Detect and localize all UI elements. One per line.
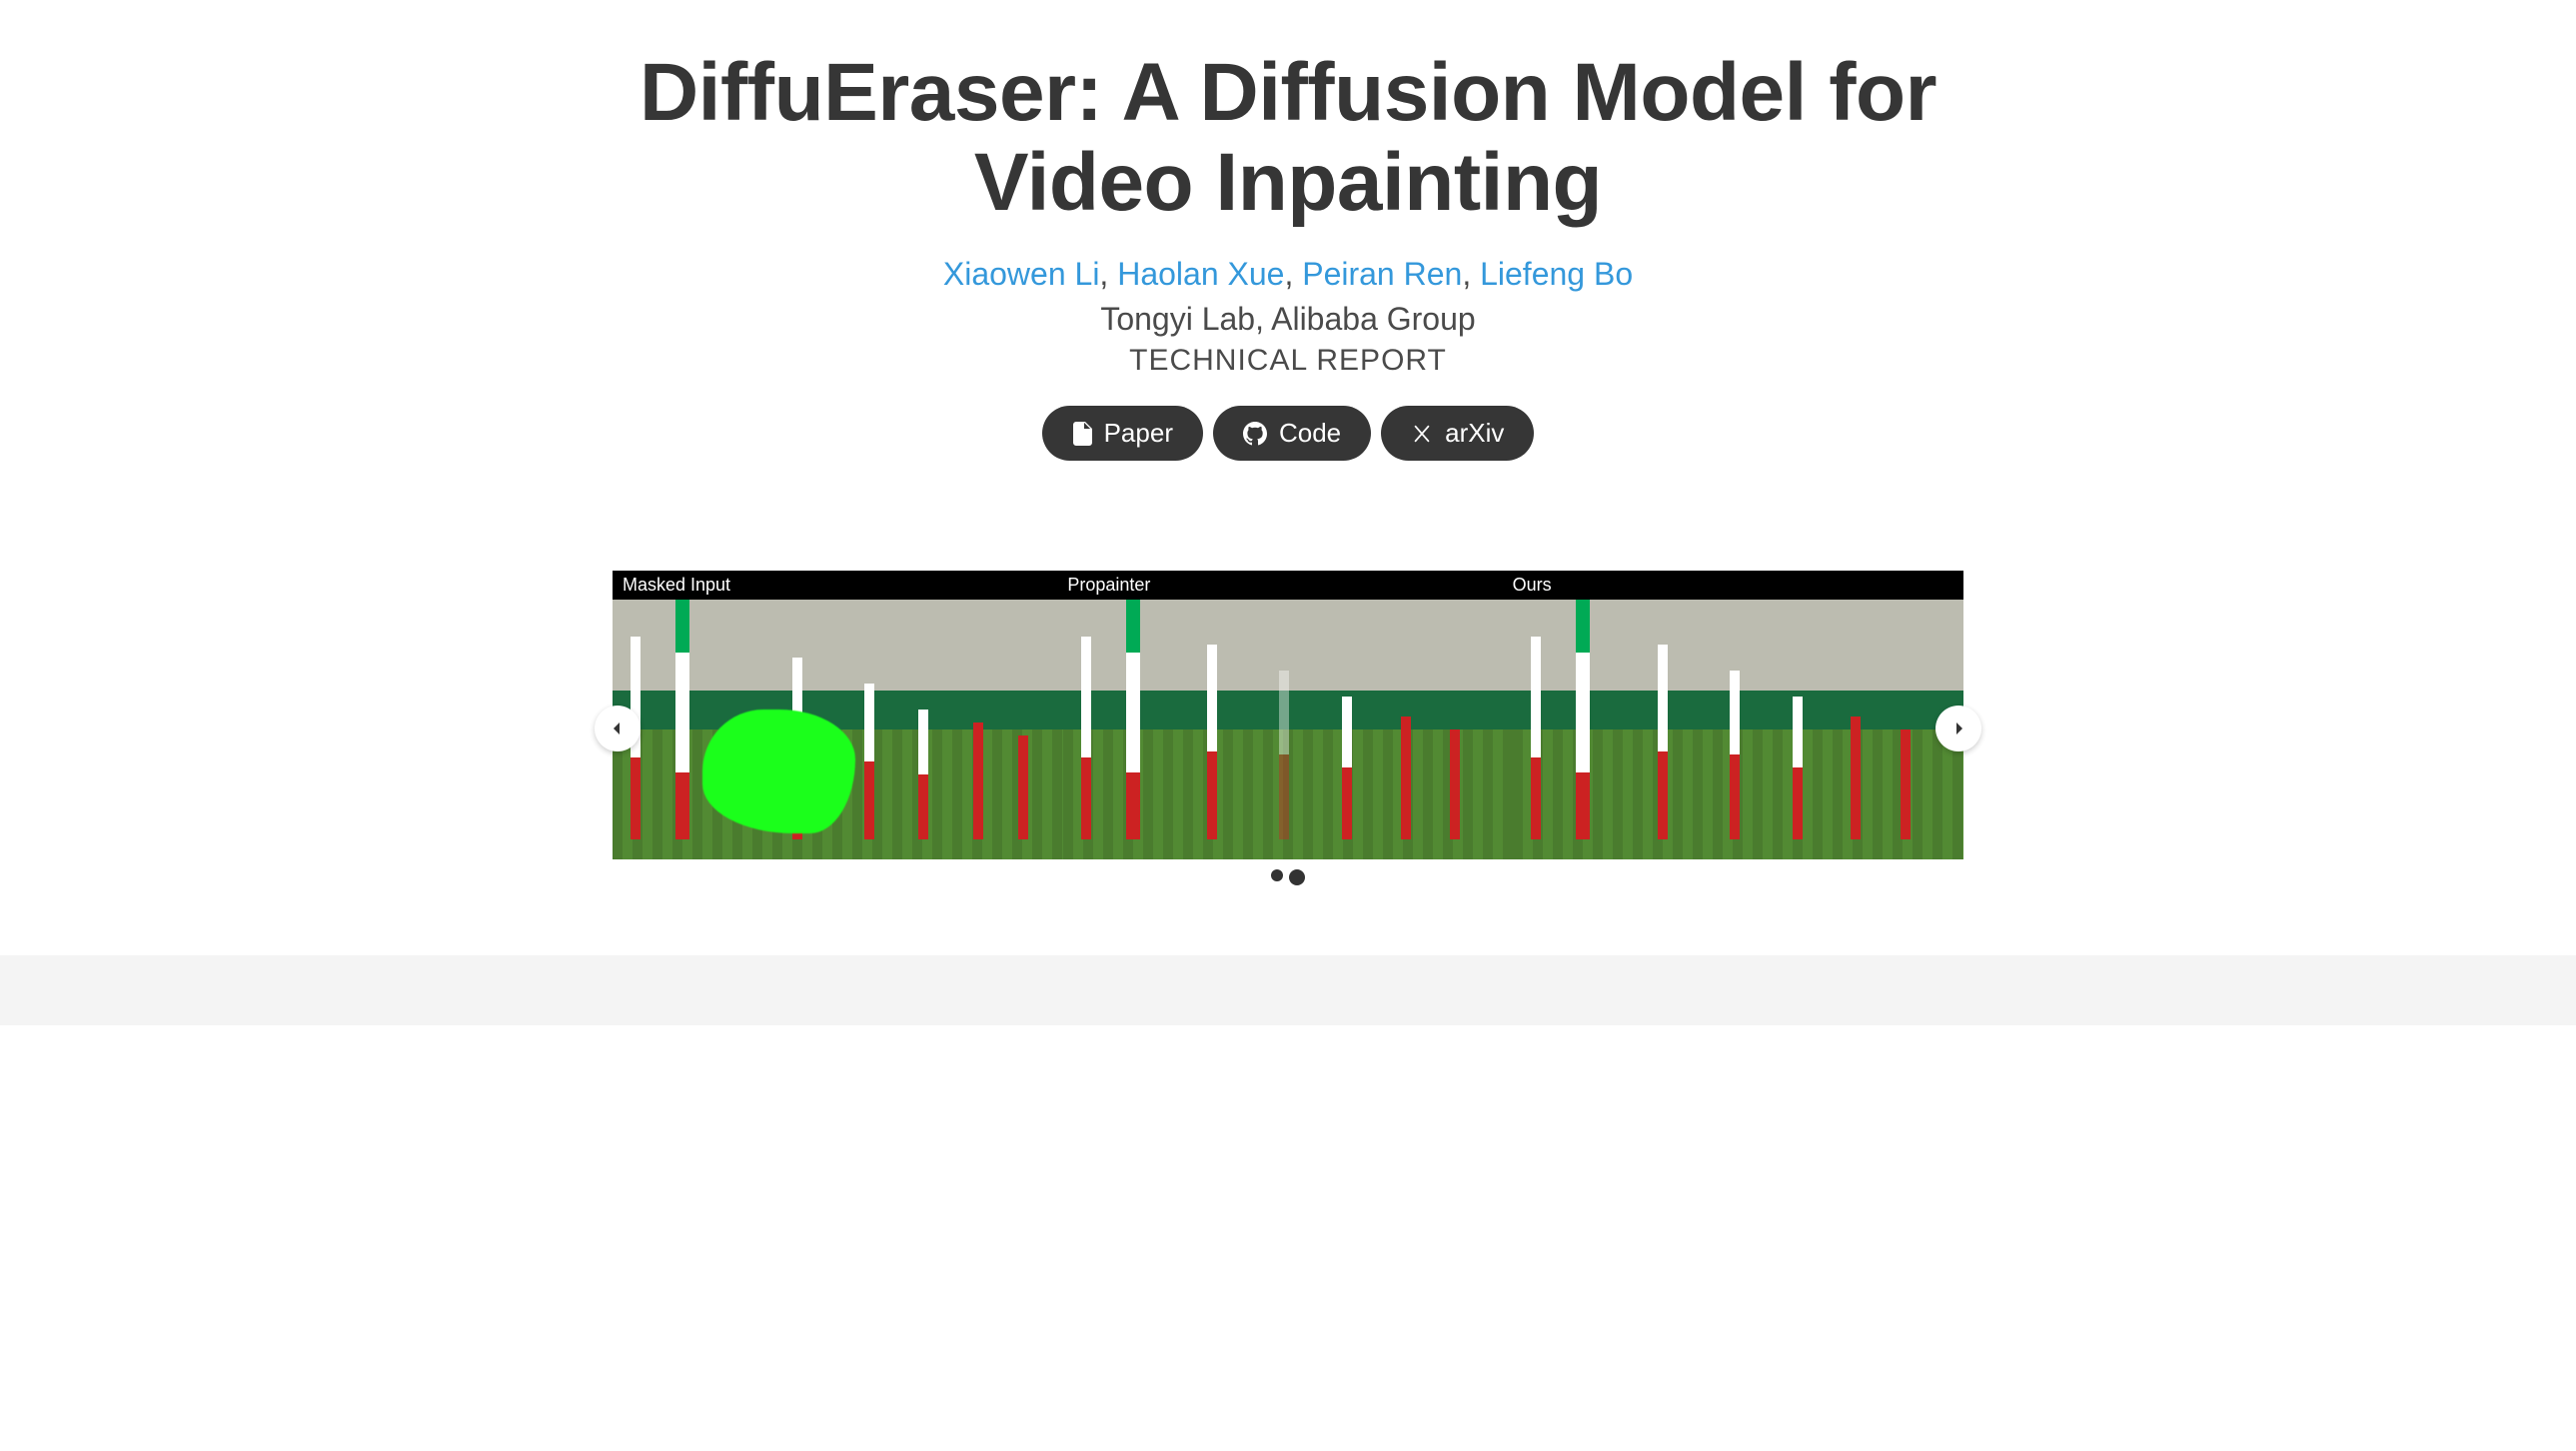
scene-poles (1513, 600, 1963, 859)
paper-button[interactable]: Paper (1042, 406, 1203, 461)
chevron-right-icon (1950, 721, 1966, 736)
author-sep: , (1462, 256, 1480, 292)
author-link-4[interactable]: Liefeng Bo (1480, 256, 1633, 292)
carousel-prev-button[interactable] (595, 706, 641, 751)
code-button-label: Code (1279, 418, 1341, 449)
carousel-dots (613, 869, 1963, 885)
panel-label-propainter: Propainter (1065, 575, 1510, 596)
scene-poles (1063, 600, 1514, 859)
paper-button-label: Paper (1104, 418, 1173, 449)
arxiv-icon (1411, 423, 1433, 445)
green-mask-overlay (702, 710, 855, 834)
page-title: DiffuEraser: A Diffusion Model for Video… (613, 48, 1963, 228)
affiliation-line: Tongyi Lab, Alibaba Group (613, 301, 1963, 338)
carousel-next-button[interactable] (1935, 706, 1981, 751)
code-button[interactable]: Code (1213, 406, 1371, 461)
authors-line: Xiaowen Li, Haolan Xue, Peiran Ren, Lief… (613, 256, 1963, 293)
carousel-dot-2[interactable] (1289, 869, 1305, 885)
report-type-label: TECHNICAL REPORT (613, 344, 1963, 378)
github-icon (1243, 422, 1267, 446)
panel-propainter (1063, 600, 1514, 859)
panel-label-masked: Masked Input (621, 575, 1065, 596)
panel-masked-input (613, 600, 1063, 859)
author-link-2[interactable]: Haolan Xue (1117, 256, 1284, 292)
author-link-3[interactable]: Peiran Ren (1302, 256, 1462, 292)
chevron-left-icon (610, 721, 626, 736)
carousel-frame: Masked Input Propainter Ours (613, 571, 1963, 859)
author-link-1[interactable]: Xiaowen Li (943, 256, 1100, 292)
author-sep: , (1284, 256, 1302, 292)
pdf-icon (1072, 422, 1092, 446)
panel-ours (1513, 600, 1963, 859)
arxiv-button-label: arXiv (1445, 418, 1504, 449)
panel-labels-row: Masked Input Propainter Ours (613, 571, 1963, 600)
arxiv-button[interactable]: arXiv (1381, 406, 1534, 461)
results-carousel: Masked Input Propainter Ours (589, 571, 1987, 885)
resource-buttons-row: Paper Code arXiv (613, 406, 1963, 461)
footer-section (0, 955, 2576, 1025)
author-sep: , (1099, 256, 1117, 292)
comparison-panels (613, 600, 1963, 859)
carousel-dot-1[interactable] (1271, 869, 1283, 881)
panel-label-ours: Ours (1511, 575, 1955, 596)
